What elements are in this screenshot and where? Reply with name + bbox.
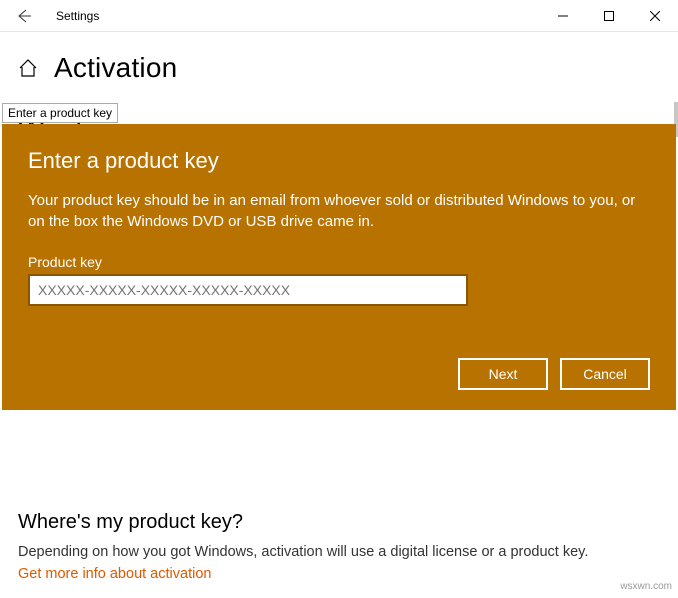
product-key-label: Product key <box>28 254 650 270</box>
product-key-input[interactable] <box>28 274 468 306</box>
back-button[interactable] <box>0 0 48 31</box>
tooltip: Enter a product key <box>2 103 118 123</box>
help-link[interactable]: Get more info about activation <box>18 566 660 582</box>
title-bar: Settings <box>0 0 678 32</box>
home-icon[interactable] <box>18 58 38 78</box>
minimize-button[interactable] <box>540 0 586 31</box>
dialog-body: Your product key should be in an email f… <box>28 190 650 232</box>
dialog-title: Enter a product key <box>28 148 650 174</box>
next-button[interactable]: Next <box>458 358 548 390</box>
window-controls <box>540 0 678 31</box>
product-key-dialog: Enter a product key Your product key sho… <box>2 124 676 410</box>
maximize-button[interactable] <box>586 0 632 31</box>
window-title: Settings <box>48 9 540 23</box>
content-area: Windows Enter a product key Enter a prod… <box>0 102 678 596</box>
help-section: Where's my product key? Depending on how… <box>18 511 660 582</box>
close-button[interactable] <box>632 0 678 31</box>
page-title: Activation <box>54 52 177 84</box>
watermark: wsxwn.com <box>620 581 672 592</box>
help-body: Depending on how you got Windows, activa… <box>18 544 660 560</box>
dialog-buttons: Next Cancel <box>28 358 650 390</box>
cancel-button[interactable]: Cancel <box>560 358 650 390</box>
page-header: Activation <box>0 32 678 102</box>
help-heading: Where's my product key? <box>18 511 660 534</box>
